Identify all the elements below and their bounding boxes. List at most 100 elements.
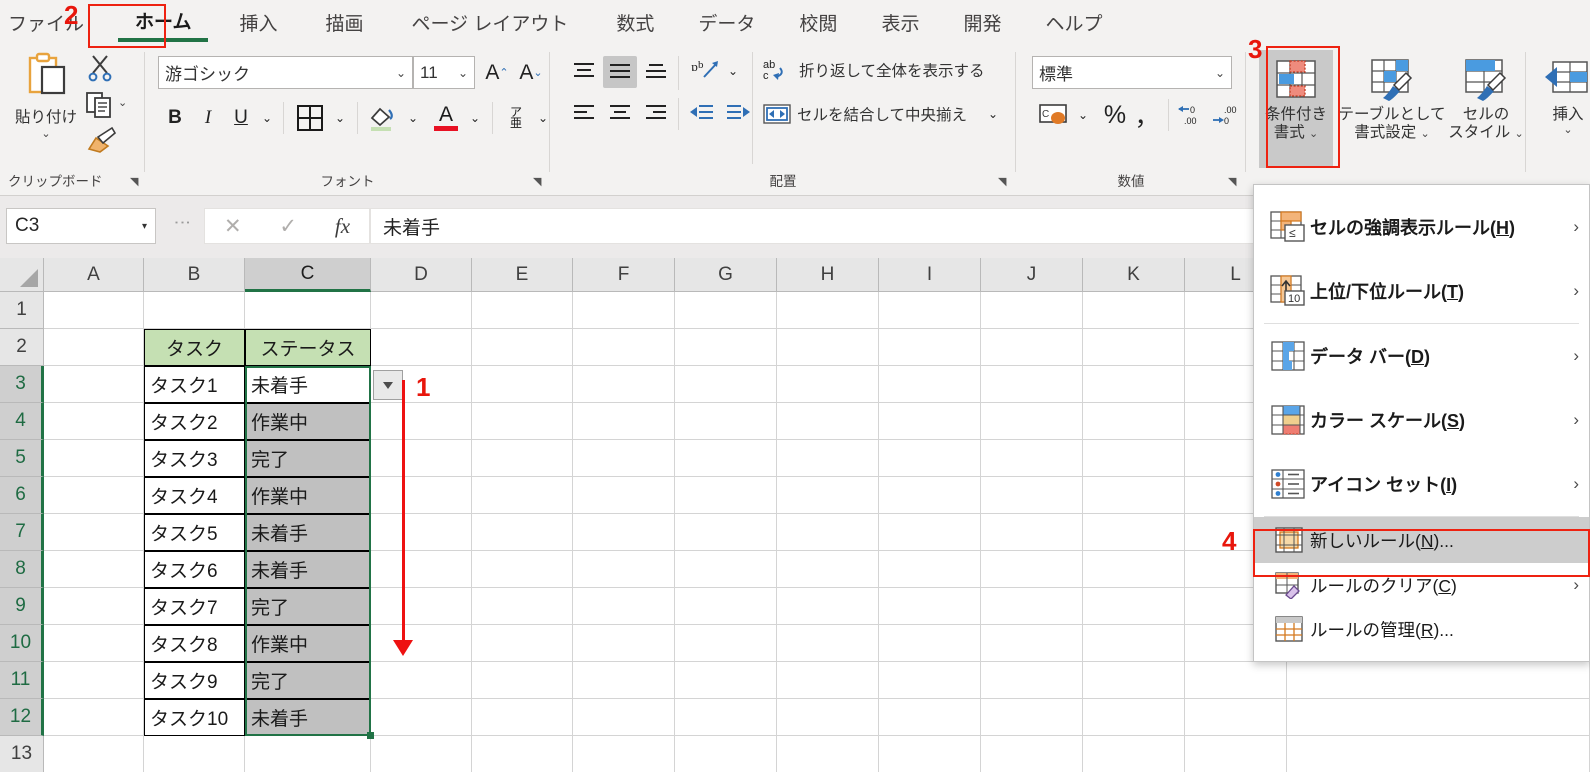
cell-B6[interactable]: タスク4 <box>144 477 245 514</box>
cell-C9[interactable]: 完了 <box>245 588 371 625</box>
grid-cell[interactable] <box>371 329 472 366</box>
font-size-input[interactable]: 11 ⌄ <box>413 56 475 89</box>
cell-B3[interactable]: タスク1 <box>144 366 245 403</box>
data-validation-dropdown-button[interactable] <box>373 370 403 400</box>
menu-item-icon-sets[interactable]: アイコン セット(I) › <box>1254 452 1589 516</box>
row-header-4[interactable]: 4 <box>0 403 44 440</box>
grid-cell[interactable] <box>981 440 1083 477</box>
grid-cell[interactable] <box>1185 699 1287 736</box>
grid-cell[interactable] <box>371 514 472 551</box>
grid-cell[interactable] <box>1083 366 1185 403</box>
conditional-formatting-chevron-down-icon[interactable]: ⌄ <box>1309 128 1318 140</box>
tab-page-layout[interactable]: ページ レイアウト <box>394 2 585 42</box>
borders-chevron-down-icon[interactable]: ⌄ <box>328 102 352 134</box>
grid-cell[interactable] <box>879 366 981 403</box>
underline-button[interactable]: U <box>226 102 256 134</box>
grid-cell[interactable] <box>879 403 981 440</box>
grid-cell[interactable] <box>981 366 1083 403</box>
menu-item-highlight-cells-rules[interactable]: ≤ セルの強調表示ルール(H) › <box>1254 195 1589 259</box>
grid-cell[interactable] <box>472 403 573 440</box>
column-header-C[interactable]: C <box>245 258 371 292</box>
tab-draw[interactable]: 描画 <box>308 2 380 42</box>
grid-cell[interactable] <box>1185 736 1287 772</box>
row-header-11[interactable]: 11 <box>0 662 44 699</box>
grid-cell[interactable] <box>675 366 777 403</box>
grid-cell[interactable] <box>573 292 675 329</box>
grid-cell[interactable] <box>675 477 777 514</box>
grid-cell[interactable] <box>981 625 1083 662</box>
grid-cell[interactable] <box>245 292 371 329</box>
cell-C12[interactable]: 未着手 <box>245 699 371 736</box>
paste-chevron-down-icon[interactable]: ⌄ <box>10 127 82 140</box>
column-header-D[interactable]: D <box>371 258 472 292</box>
percent-style-button[interactable]: % <box>1100 99 1130 131</box>
grid-cell[interactable] <box>981 292 1083 329</box>
insert-cells-button[interactable]: 挿入 ⌄ <box>1538 58 1590 136</box>
grid-cell[interactable] <box>675 588 777 625</box>
menu-item-top-bottom-rules[interactable]: 10 上位/下位ルール(T) › <box>1254 259 1589 323</box>
row-header-10[interactable]: 10 <box>0 625 44 662</box>
grid-cell[interactable] <box>245 736 371 772</box>
orientation-button[interactable]: ɒ b <box>688 54 722 86</box>
grid-cell[interactable] <box>371 477 472 514</box>
grid-cell[interactable] <box>371 662 472 699</box>
grid-cell[interactable] <box>675 625 777 662</box>
grid-cell[interactable] <box>371 699 472 736</box>
grid-cell[interactable] <box>1185 662 1287 699</box>
grid-cell[interactable] <box>675 440 777 477</box>
cell-B12[interactable]: タスク10 <box>144 699 245 736</box>
selection-fill-handle[interactable] <box>367 732 374 739</box>
row-header-12[interactable]: 12 <box>0 699 44 736</box>
grid-cell[interactable] <box>1083 403 1185 440</box>
cell-B10[interactable]: タスク8 <box>144 625 245 662</box>
grid-cell[interactable] <box>144 736 245 772</box>
grid-cell[interactable] <box>879 736 981 772</box>
cell-B5[interactable]: タスク3 <box>144 440 245 477</box>
column-header-E[interactable]: E <box>472 258 573 292</box>
align-top-button[interactable] <box>568 56 600 86</box>
grid-cell[interactable] <box>44 662 144 699</box>
grid-cell[interactable] <box>777 440 879 477</box>
grid-cell[interactable] <box>44 292 144 329</box>
cell-B9[interactable]: タスク7 <box>144 588 245 625</box>
phonetic-guide-button[interactable]: ア亜 <box>500 102 532 134</box>
grid-cell[interactable] <box>981 699 1083 736</box>
grid-cell[interactable] <box>1287 736 1590 772</box>
grid-cell[interactable] <box>44 329 144 366</box>
grid-cell[interactable] <box>1083 292 1185 329</box>
cell-C7[interactable]: 未着手 <box>245 514 371 551</box>
grid-cell[interactable] <box>144 292 245 329</box>
column-header-A[interactable]: A <box>44 258 144 292</box>
grid-cell[interactable] <box>675 403 777 440</box>
grid-cell[interactable] <box>1083 588 1185 625</box>
column-header-J[interactable]: J <box>981 258 1083 292</box>
grid-cell[interactable] <box>777 292 879 329</box>
grid-cell[interactable] <box>1083 477 1185 514</box>
number-format-select[interactable]: 標準 ⌄ <box>1032 56 1232 89</box>
grid-cell[interactable] <box>371 403 472 440</box>
grid-cell[interactable] <box>44 551 144 588</box>
grid-cell[interactable] <box>573 662 675 699</box>
grid-cell[interactable] <box>371 440 472 477</box>
insert-function-icon[interactable]: fx <box>335 214 350 239</box>
grid-cell[interactable] <box>675 699 777 736</box>
grid-cell[interactable] <box>472 625 573 662</box>
number-format-chevron-down-icon[interactable]: ⌄ <box>1215 66 1225 80</box>
grid-cell[interactable] <box>44 477 144 514</box>
grid-cell[interactable] <box>675 736 777 772</box>
decrease-font-size-button[interactable]: A ⌄ <box>516 56 546 89</box>
row-header-8[interactable]: 8 <box>0 551 44 588</box>
alignment-dialog-launcher[interactable]: ◥ <box>998 175 1006 188</box>
grid-cell[interactable] <box>472 366 573 403</box>
grid-cell[interactable] <box>981 329 1083 366</box>
grid-cell[interactable] <box>777 329 879 366</box>
increase-font-size-button[interactable]: A ⌃ <box>482 56 512 89</box>
column-header-B[interactable]: B <box>144 258 245 292</box>
row-header-7[interactable]: 7 <box>0 514 44 551</box>
grid-cell[interactable] <box>371 625 472 662</box>
tab-help[interactable]: ヘルプ <box>1028 2 1119 42</box>
cell-styles-chevron-down-icon[interactable]: ⌄ <box>1515 128 1524 140</box>
grid-cell[interactable] <box>472 588 573 625</box>
grid-cell[interactable] <box>981 736 1083 772</box>
grid-cell[interactable] <box>44 514 144 551</box>
